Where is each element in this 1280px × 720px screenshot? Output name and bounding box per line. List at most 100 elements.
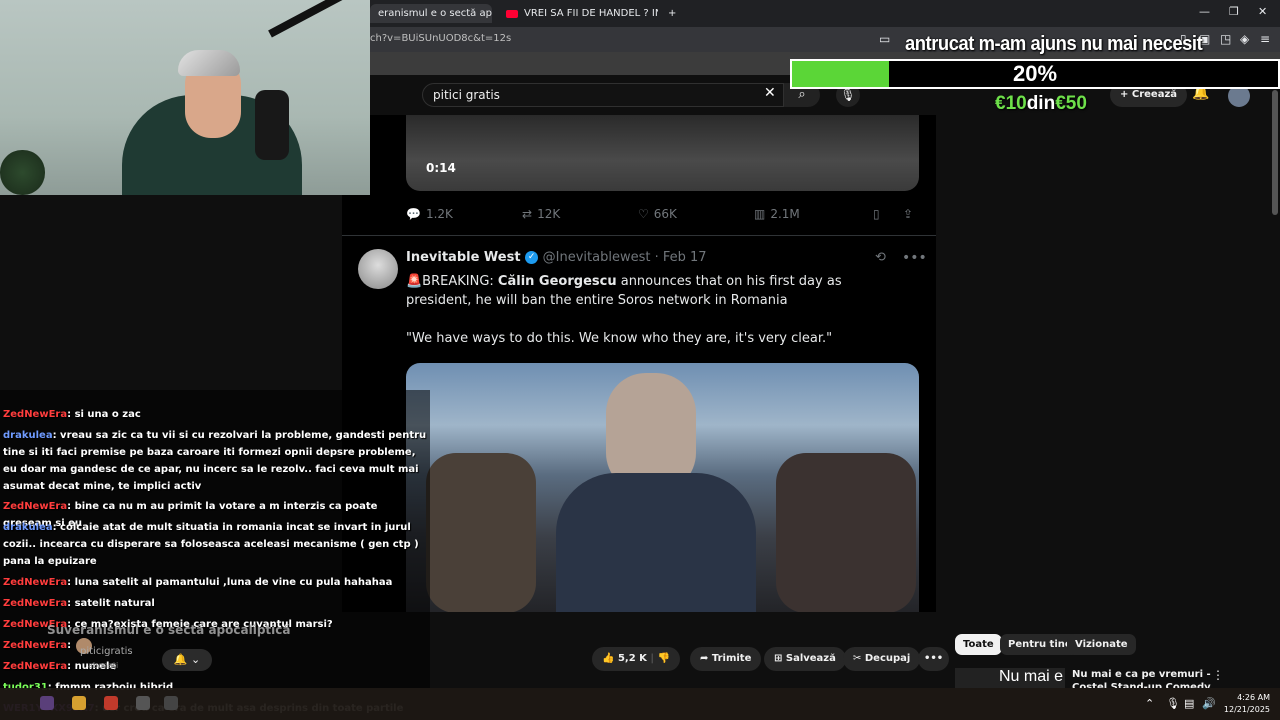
shield-icon[interactable]: ◈ (1240, 32, 1249, 46)
tweet-handle: @Inevitablewest · Feb 17 (542, 250, 707, 265)
tab-current[interactable]: eranismul e o sectă apocalip ✕ (370, 4, 492, 23)
restore-icon[interactable]: ❐ (1229, 5, 1239, 18)
repost-icon: ⇄ (522, 207, 533, 221)
scrollbar[interactable] (1272, 90, 1278, 215)
like-icon: 👍 (602, 653, 615, 664)
tab-label: eranismul e o sectă apocalip (378, 8, 492, 19)
like-button[interactable]: 👍 5,2 K | 👎 (592, 647, 680, 671)
grok-icon: ⟲ (875, 250, 886, 265)
tweet-photo (406, 363, 919, 612)
like-count: ♡ 66K (638, 207, 677, 221)
tweet-author-avatar (358, 249, 398, 289)
dislike-icon[interactable]: 👎 (658, 653, 670, 664)
app-icon[interactable] (40, 696, 54, 710)
clear-search-icon[interactable]: ✕ (764, 85, 776, 101)
foil-hat (178, 50, 240, 76)
bell-icon: 🔔 ⌄ (173, 653, 201, 666)
mic-arm (268, 0, 361, 38)
chip-toate[interactable]: Toate (955, 634, 1002, 655)
more-icon[interactable]: ⋮ (1212, 668, 1224, 682)
microphone (255, 90, 289, 160)
heart-icon: ♡ (638, 207, 649, 221)
mic-icon[interactable]: 🎙 (1166, 697, 1180, 710)
app-icon[interactable] (136, 696, 150, 710)
folder-icon[interactable] (72, 696, 86, 710)
tweet-video-thumbnail: 0:14 (406, 115, 919, 191)
chat-text: : colcaie atat de mult situatia in roman… (3, 522, 419, 567)
url-field[interactable]: ch?v=BUiSUnUOD8c&t=12s (370, 33, 511, 44)
video-player[interactable]: 0:14 💬 1.2K ⇄ 12K ♡ 66K ▥ 2.1M ▯ ⇪ Inevitabl… (342, 115, 936, 612)
chip-vizionate[interactable]: Vizionate (1067, 634, 1136, 655)
chat-message: drakulea: vreau sa zic ca tu vii si cu r… (3, 427, 427, 495)
search-input[interactable]: pitici gratis (422, 83, 784, 107)
verified-icon: ✓ (525, 251, 539, 264)
tab-label: VREI SA FII DE HANDEL ? INVITAT SP (524, 8, 658, 19)
taskbar: ⌃ 🎙 ▤ 🔊 4:26 AM 12/21/2025 (0, 688, 1280, 720)
reply-icon: 💬 (406, 207, 421, 221)
tweet-quote: "We have ways to do this. We know who th… (406, 331, 833, 346)
reply-count: 💬 1.2K (406, 207, 453, 221)
chat-username[interactable]: ZedNewEra (3, 409, 67, 420)
cast-icon[interactable]: ▭ (879, 32, 890, 46)
system-clock[interactable]: 4:26 AM 12/21/2025 (1222, 692, 1270, 716)
network-icon[interactable]: ▤ (1184, 697, 1194, 710)
chat-username[interactable]: drakulea (3, 522, 53, 533)
tab-handel[interactable]: VREI SA FII DE HANDEL ? INVITAT SP ✕ (498, 4, 658, 23)
plus-icon: + (668, 8, 677, 19)
channel-name[interactable]: piticigratis (80, 646, 133, 657)
photo-crowd-right (776, 453, 916, 612)
chat-username[interactable]: ZedNewEra (3, 661, 67, 672)
views-icon: ▥ (754, 207, 766, 221)
minimize-icon[interactable]: — (1199, 5, 1210, 18)
chat-text: : satelit natural (67, 598, 155, 609)
youtube-icon (506, 9, 518, 18)
close-window-icon[interactable]: ✕ (1258, 5, 1267, 18)
chat-username[interactable]: ZedNewEra (3, 501, 67, 512)
new-tab-button[interactable]: + (660, 4, 684, 23)
photo-crowd-left (426, 453, 536, 612)
plant (0, 150, 45, 195)
chat-message: drakulea: colcaie atat de mult situatia … (3, 519, 427, 570)
chat-message: ZedNewEra: numele (3, 658, 427, 675)
chat-message: ZedNewEra: luna satelit al pamantului ,l… (3, 574, 427, 591)
donation-amount: €10din€50 (995, 93, 1087, 114)
divider (342, 235, 936, 236)
chat-message: ZedNewEra: satelit natural (3, 595, 427, 612)
photo-subject-body (556, 473, 756, 612)
donation-goal-title: antrucat m-am ajuns nu mai necesit (905, 33, 1203, 55)
tweet-author: Inevitable West ✓ @Inevitablewest · Feb … (406, 250, 707, 265)
app-icon[interactable] (104, 696, 118, 710)
save-icon: ⊞ (774, 653, 783, 664)
tweet-text: 🚨BREAKING: Călin Georgescu announces tha… (406, 274, 842, 308)
clip-icon: ✂ (853, 653, 862, 664)
more-actions-button[interactable]: ••• (918, 647, 950, 671)
channel-subscribers: abonați (88, 661, 119, 670)
chat-username[interactable]: ZedNewEra (3, 577, 67, 588)
obs-icon[interactable] (164, 696, 178, 710)
recommended-thumbnail[interactable]: Nu mai e (955, 668, 1065, 688)
repost-count: ⇄ 12K (522, 207, 561, 221)
chat-username[interactable]: ZedNewEra (3, 640, 67, 651)
chat-text: : vreau sa zic ca tu vii si cu rezolvari… (3, 430, 427, 492)
chat-text: : si una o zac (67, 409, 141, 420)
volume-icon[interactable]: 🔊 (1202, 697, 1216, 710)
upload-icon: ⇪ (903, 207, 914, 221)
donation-percent: 20% (1012, 61, 1058, 86)
share-button[interactable]: ➦ Trimite (690, 647, 762, 671)
recommended-title[interactable]: Nu mai e ca pe vremuri - Costel Stand-up… (1072, 668, 1212, 688)
video-title: Suveranismul e o sectă apocaliptică (47, 623, 291, 637)
more-icon: ••• (924, 653, 944, 664)
clip-button[interactable]: ✂ Decupaj (843, 647, 921, 671)
subscription-button[interactable]: 🔔 ⌄ (162, 649, 212, 671)
save-button[interactable]: ⊞ Salvează (764, 647, 846, 671)
mic-icon: 🎙 (840, 88, 856, 102)
chat-username[interactable]: drakulea (3, 430, 53, 441)
extensions-icon[interactable]: ◳ (1220, 32, 1231, 46)
chat-text: : luna satelit al pamantului ,luna de vi… (67, 577, 393, 588)
menu-icon[interactable]: ≡ (1260, 32, 1270, 46)
create-label: Creează (1131, 89, 1178, 100)
chevron-up-icon[interactable]: ⌃ (1145, 697, 1154, 710)
search-icon: ⌕ (798, 87, 806, 102)
chat-text: : (67, 640, 72, 651)
chat-username[interactable]: ZedNewEra (3, 598, 67, 609)
